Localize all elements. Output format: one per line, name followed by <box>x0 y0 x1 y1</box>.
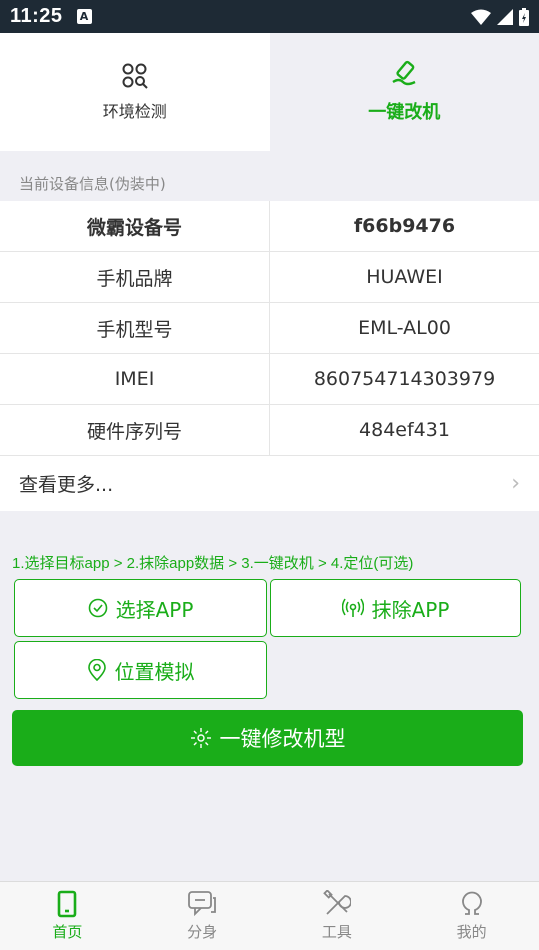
chat-icon <box>188 891 217 917</box>
status-icons <box>471 7 529 26</box>
battery-icon <box>519 7 529 26</box>
nav-label: 分身 <box>187 923 218 941</box>
user-icon <box>461 891 482 915</box>
view-more-row[interactable]: 查看更多... › <box>0 456 539 511</box>
one-key-modify-button[interactable]: 一键修改机型 <box>12 710 523 766</box>
top-tabs: 环境检测 一键改机 <box>0 33 539 151</box>
nav-label: 首页 <box>52 923 83 941</box>
nav-profile[interactable]: 我的 <box>404 882 539 950</box>
status-bar: 11:25 A <box>0 0 539 33</box>
row-value: 484ef431 <box>359 419 450 441</box>
tab-environment-check[interactable]: 环境检测 <box>0 33 270 151</box>
tab-one-key-modify[interactable]: 一键改机 <box>269 33 539 151</box>
table-row: 微霸设备号 f66b9476 <box>0 201 539 252</box>
location-pin-icon <box>87 659 106 681</box>
broadcast-icon <box>341 598 364 617</box>
nav-tools[interactable]: 工具 <box>270 882 405 950</box>
table-row: 手机型号 EML-AL00 <box>0 303 539 354</box>
select-app-label: 选择APP <box>115 597 194 622</box>
signal-icon <box>497 8 513 25</box>
device-info-title: 当前设备信息(伪装中) <box>19 174 166 193</box>
notification-badge: A <box>76 9 92 24</box>
nav-label: 我的 <box>456 923 487 941</box>
row-value: EML-AL00 <box>358 317 451 339</box>
wipe-app-button[interactable]: 抹除APP <box>270 579 521 637</box>
nav-clone[interactable]: 分身 <box>135 882 270 950</box>
location-mock-button[interactable]: 位置模拟 <box>14 641 267 699</box>
tab-label: 环境检测 <box>102 102 167 121</box>
nav-label: 工具 <box>321 923 352 941</box>
table-row: 手机品牌 HUAWEI <box>0 252 539 303</box>
steps-hint: 1.选择目标app > 2.抹除app数据 > 3.一键改机 > 4.定位(可选… <box>12 555 414 572</box>
device-info-table: 微霸设备号 f66b9476 手机品牌 HUAWEI 手机型号 EML-AL00… <box>0 201 539 511</box>
bottom-nav: 首页 分身 工具 我的 <box>0 881 539 950</box>
row-value: 860754714303979 <box>313 368 496 390</box>
select-app-button[interactable]: 选择APP <box>14 579 267 637</box>
nav-home[interactable]: 首页 <box>0 882 135 950</box>
tab-label: 一键改机 <box>368 102 441 123</box>
table-row: IMEI 860754714303979 <box>0 354 539 405</box>
tools-icon <box>323 890 351 915</box>
brush-icon <box>392 60 416 86</box>
row-value: f66b9476 <box>353 215 456 237</box>
table-row: 硬件序列号 484ef431 <box>0 405 539 456</box>
status-time: 11:25 <box>10 5 63 27</box>
view-more-label: 查看更多... <box>19 474 114 496</box>
one-key-modify-label: 一键修改机型 <box>219 727 346 751</box>
grid-search-icon <box>122 63 148 89</box>
row-key: 手机型号 <box>0 303 270 353</box>
row-key: 手机品牌 <box>0 252 270 302</box>
wipe-app-label: 抹除APP <box>371 597 450 622</box>
check-circle-icon <box>88 598 107 618</box>
row-value: HUAWEI <box>366 266 443 288</box>
sparkle-icon <box>190 728 211 748</box>
row-key: IMEI <box>0 354 270 404</box>
phone-icon <box>58 890 77 918</box>
location-mock-label: 位置模拟 <box>114 659 195 684</box>
row-key: 微霸设备号 <box>0 201 270 251</box>
chevron-right-icon: › <box>511 471 520 496</box>
row-key: 硬件序列号 <box>0 405 270 455</box>
wifi-icon <box>471 9 491 25</box>
